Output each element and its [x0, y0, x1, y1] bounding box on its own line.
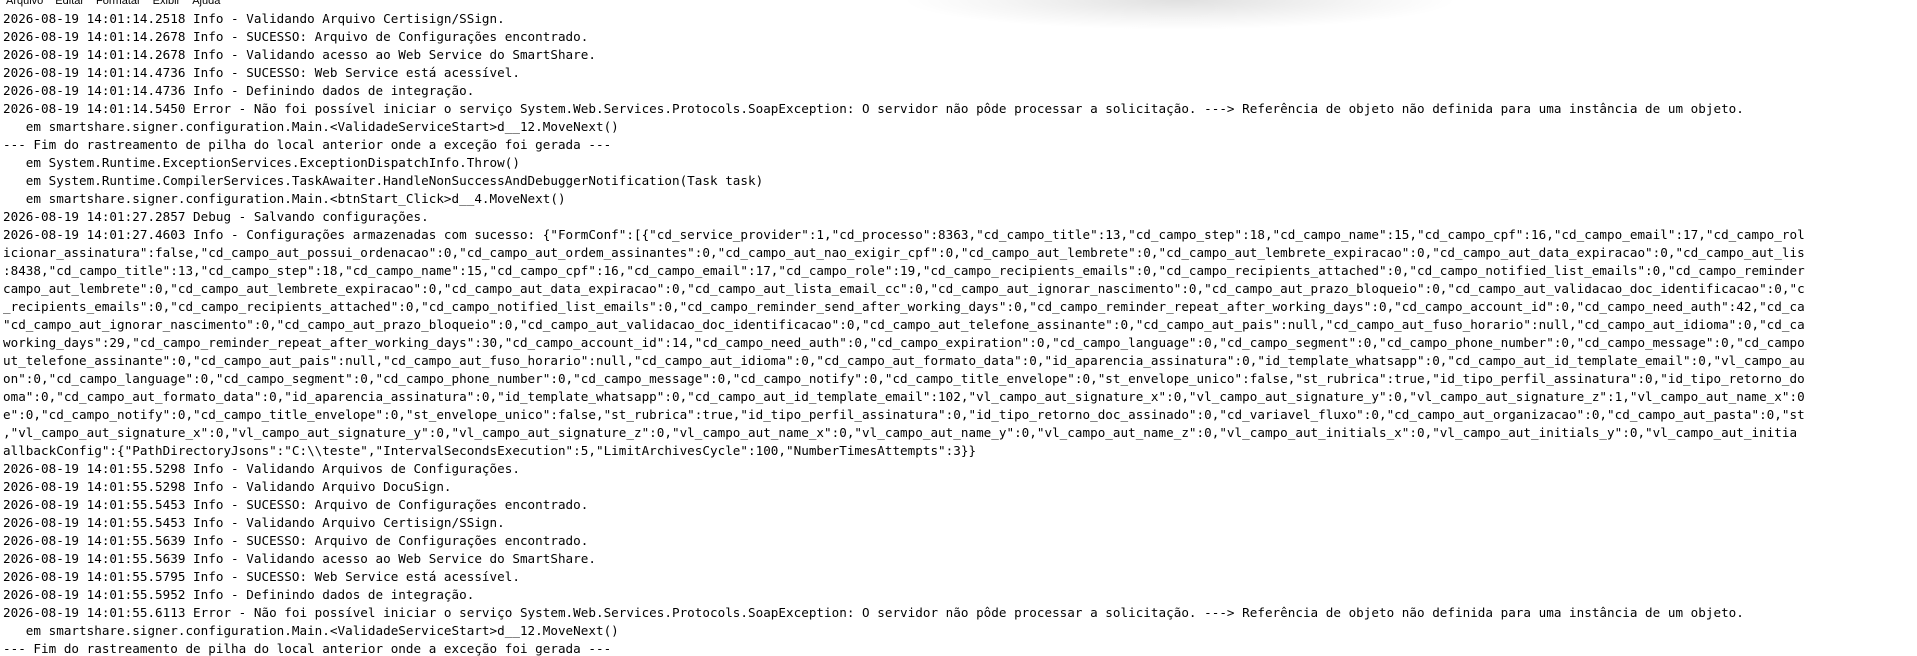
log-line: e":0,"cd_campo_notify":0,"cd_campo_title… — [3, 407, 1805, 422]
text-editor-area[interactable]: Arquivo Editar Formatar Exibir Ajuda 202… — [0, 0, 1917, 656]
menu-item-formatar[interactable]: Formatar — [94, 0, 143, 8]
log-line: --- Fim do rastreamento de pilha do loca… — [3, 641, 612, 656]
log-line: 2026-08-19 14:01:27.2857 Debug - Salvand… — [3, 209, 429, 224]
log-line: em smartshare.signer.configuration.Main.… — [3, 623, 619, 638]
log-line: on":0,"cd_campo_language":0,"cd_campo_se… — [3, 371, 1805, 386]
log-line: allbackConfig":{"PathDirectoryJsons":"C:… — [3, 443, 977, 458]
log-line: 2026-08-19 14:01:55.5952 Info - Definind… — [3, 587, 475, 602]
log-line: 2026-08-19 14:01:27.4603 Info - Configur… — [3, 227, 1805, 242]
menu-item-arquivo[interactable]: Arquivo — [4, 0, 45, 8]
log-line: 2026-08-19 14:01:14.5450 Error - Não foi… — [3, 101, 1744, 116]
menu-bar: Arquivo Editar Formatar Exibir Ajuda — [0, 0, 222, 8]
log-line: 2026-08-19 14:01:55.5453 Info - Validand… — [3, 515, 505, 530]
log-line: em System.Runtime.ExceptionServices.Exce… — [3, 155, 520, 170]
log-line: working_days":29,"cd_campo_reminder_repe… — [3, 335, 1805, 350]
log-line: em System.Runtime.CompilerServices.TaskA… — [3, 173, 764, 188]
log-line: em smartshare.signer.configuration.Main.… — [3, 191, 566, 206]
log-line: icionar_assinatura":false,"cd_campo_aut_… — [3, 245, 1805, 260]
log-line: --- Fim do rastreamento de pilha do loca… — [3, 137, 612, 152]
log-line: _recipients_emails":0,"cd_campo_recipien… — [3, 299, 1805, 314]
log-line: 2026-08-19 14:01:55.5639 Info - SUCESSO:… — [3, 533, 589, 548]
log-line: 2026-08-19 14:01:14.2678 Info - Validand… — [3, 47, 596, 62]
log-line: "cd_campo_aut_ignorar_nascimento":0,"cd_… — [3, 317, 1805, 332]
log-line: 2026-08-19 14:01:55.5298 Info - Validand… — [3, 479, 452, 494]
log-line: 2026-08-19 14:01:55.5453 Info - SUCESSO:… — [3, 497, 589, 512]
log-line: 2026-08-19 14:01:14.2678 Info - SUCESSO:… — [3, 29, 589, 44]
log-line: oma":0,"cd_campo_aut_formato_data":0,"id… — [3, 389, 1805, 404]
log-line: :8438,"cd_campo_title":13,"cd_campo_step… — [3, 263, 1805, 278]
log-line: campo_aut_lembrete":0,"cd_campo_aut_lemb… — [3, 281, 1805, 296]
notepad-window: Arquivo Editar Formatar Exibir Ajuda 202… — [0, 0, 1917, 656]
menu-item-exibir[interactable]: Exibir — [151, 0, 183, 8]
menu-item-editar[interactable]: Editar — [53, 0, 86, 8]
log-line: ,"vl_campo_aut_signature_x":0,"vl_campo_… — [3, 425, 1798, 440]
log-line: em smartshare.signer.configuration.Main.… — [3, 119, 619, 134]
menu-item-ajuda[interactable]: Ajuda — [190, 0, 222, 8]
log-line: 2026-08-19 14:01:14.2518 Info - Validand… — [3, 11, 505, 26]
log-content[interactable]: 2026-08-19 14:01:14.2518 Info - Validand… — [3, 10, 1805, 656]
log-line: 2026-08-19 14:01:14.4736 Info - SUCESSO:… — [3, 65, 520, 80]
log-line: 2026-08-19 14:01:55.5795 Info - SUCESSO:… — [3, 569, 520, 584]
log-line: 2026-08-19 14:01:55.5298 Info - Validand… — [3, 461, 520, 476]
log-line: 2026-08-19 14:01:55.5639 Info - Validand… — [3, 551, 596, 566]
log-line: 2026-08-19 14:01:55.6113 Error - Não foi… — [3, 605, 1744, 620]
log-line: 2026-08-19 14:01:14.4736 Info - Definind… — [3, 83, 475, 98]
log-line: ut_telefone_assinante":0,"cd_campo_aut_p… — [3, 353, 1805, 368]
